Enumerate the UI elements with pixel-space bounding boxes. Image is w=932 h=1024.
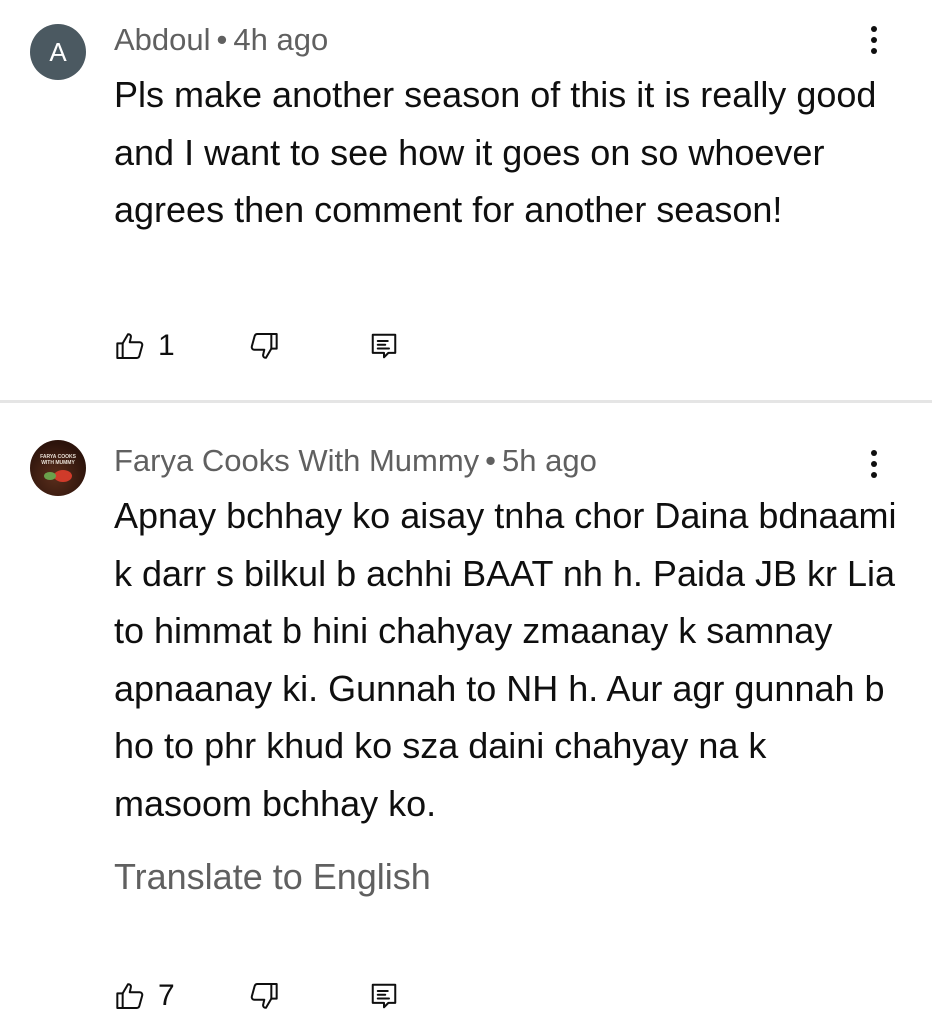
- comment-author[interactable]: Abdoul: [114, 22, 211, 57]
- like-button[interactable]: 7: [114, 978, 175, 1014]
- comment: FARYA COOKS WITH MUMMY Farya Cooks With …: [0, 404, 932, 1024]
- avatar-letter: A: [49, 36, 67, 67]
- more-vert-icon[interactable]: [862, 20, 886, 60]
- comment-text: Apnay bchhay ko aisay tnha chor Daina bd…: [114, 495, 897, 824]
- thumb-down-icon: [250, 983, 278, 1009]
- like-button[interactable]: 1: [114, 328, 175, 364]
- thumb-down-icon: [250, 333, 278, 359]
- dislike-button[interactable]: [248, 978, 280, 1014]
- thumb-up-icon: [116, 983, 144, 1009]
- reply-icon: [371, 983, 397, 1009]
- comment-actions: 7: [114, 978, 434, 1014]
- comment-meta: Farya Cooks With Mummy • 5h ago: [114, 443, 597, 479]
- avatar[interactable]: FARYA COOKS WITH MUMMY: [30, 440, 86, 496]
- avatar-text: FARYA COOKS WITH MUMMY: [40, 454, 76, 466]
- meta-separator: •: [485, 443, 497, 478]
- comment-meta: Abdoul • 4h ago: [114, 22, 328, 58]
- comment-time: 5h ago: [502, 443, 597, 478]
- translate-link[interactable]: Translate to English: [114, 856, 431, 898]
- comment-text: Pls make another season of this it is re…: [114, 74, 877, 231]
- reply-button[interactable]: [369, 978, 401, 1014]
- avatar[interactable]: A: [30, 24, 86, 80]
- comment-author[interactable]: Farya Cooks With Mummy: [114, 443, 479, 478]
- reply-icon: [371, 333, 397, 359]
- divider: [0, 400, 932, 403]
- comment-time: 4h ago: [233, 22, 329, 57]
- meta-separator: •: [216, 22, 228, 57]
- more-vert-icon[interactable]: [862, 444, 886, 484]
- dislike-button[interactable]: [248, 328, 280, 364]
- comment-actions: 1: [114, 328, 434, 364]
- comment: A Abdoul • 4h ago Pls make another season …: [0, 0, 932, 401]
- like-count: 7: [158, 979, 175, 1012]
- like-count: 1: [158, 329, 175, 362]
- thumb-up-icon: [116, 333, 144, 359]
- reply-button[interactable]: [369, 328, 401, 364]
